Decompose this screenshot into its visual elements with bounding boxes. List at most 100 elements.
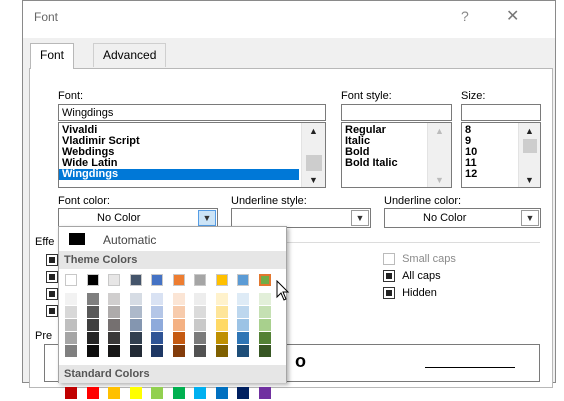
theme-shade-swatch[interactable] <box>172 319 185 331</box>
standard-color-swatch[interactable] <box>86 387 99 399</box>
theme-shade-swatch[interactable] <box>151 306 163 318</box>
scroll-up-icon[interactable]: ▲ <box>428 126 451 137</box>
theme-shade-swatch[interactable] <box>108 293 120 305</box>
theme-shade-swatch[interactable] <box>172 345 185 357</box>
theme-shade-swatch[interactable] <box>237 319 249 331</box>
theme-shade-swatch[interactable] <box>258 345 271 357</box>
theme-shade-swatch[interactable] <box>108 332 120 344</box>
hidden-option[interactable]: Hidden <box>383 287 437 300</box>
theme-shade-swatch[interactable] <box>194 319 206 331</box>
theme-shade-swatch[interactable] <box>129 319 142 331</box>
style-list-scrollbar[interactable]: ▲ ▼ <box>427 123 451 187</box>
theme-shade-swatch[interactable] <box>258 293 271 305</box>
theme-shade-swatch[interactable] <box>86 332 99 344</box>
theme-color-swatch[interactable] <box>129 274 142 286</box>
size-list[interactable]: 8 9 10 11 12 ▲ ▼ <box>461 122 541 188</box>
theme-shade-swatch[interactable] <box>65 332 77 344</box>
scroll-down-icon[interactable]: ▼ <box>519 175 540 186</box>
theme-shade-swatch[interactable] <box>151 345 163 357</box>
theme-shade-swatch[interactable] <box>86 306 99 318</box>
theme-color-swatch[interactable] <box>151 274 163 286</box>
theme-shade-swatch[interactable] <box>215 345 228 357</box>
theme-shade-swatch[interactable] <box>129 345 142 357</box>
theme-shade-swatch[interactable] <box>258 319 271 331</box>
font-style-input[interactable] <box>341 104 452 121</box>
scroll-thumb[interactable] <box>523 139 537 153</box>
theme-shade-swatch[interactable] <box>65 319 77 331</box>
theme-shade-swatch[interactable] <box>108 306 120 318</box>
theme-shade-swatch[interactable] <box>215 319 228 331</box>
size-input[interactable] <box>461 104 541 121</box>
scroll-thumb[interactable] <box>306 155 322 171</box>
theme-shade-swatch[interactable] <box>108 345 120 357</box>
theme-shade-swatch[interactable] <box>172 332 185 344</box>
help-button[interactable]: ? <box>461 8 469 24</box>
theme-shade-swatch[interactable] <box>194 293 206 305</box>
font-list-scrollbar[interactable]: ▲ ▼ <box>301 123 325 187</box>
underline-style-dropdown[interactable]: ▼ <box>231 208 371 228</box>
theme-shade-swatch[interactable] <box>194 332 206 344</box>
theme-shade-swatch[interactable] <box>215 293 228 305</box>
theme-shade-swatch[interactable] <box>237 332 249 344</box>
theme-shade-swatch[interactable] <box>194 306 206 318</box>
scroll-up-icon[interactable]: ▲ <box>302 126 325 137</box>
theme-shade-swatch[interactable] <box>258 306 271 318</box>
theme-color-swatch[interactable] <box>86 274 99 286</box>
theme-color-swatch[interactable] <box>108 274 120 286</box>
theme-shade-swatch[interactable] <box>215 306 228 318</box>
font-color-dropdown[interactable]: No Color ▼ <box>58 208 218 228</box>
theme-shade-swatch[interactable] <box>237 293 249 305</box>
standard-color-swatch[interactable] <box>194 387 206 399</box>
theme-shade-swatch[interactable] <box>129 332 142 344</box>
size-list-scrollbar[interactable]: ▲ ▼ <box>518 123 540 187</box>
standard-color-swatch[interactable] <box>151 387 163 399</box>
theme-shade-swatch[interactable] <box>258 332 271 344</box>
automatic-option[interactable]: Automatic <box>59 227 286 251</box>
underline-color-dropdown[interactable]: No Color ▼ <box>384 208 541 228</box>
standard-color-swatch[interactable] <box>172 387 185 399</box>
theme-color-swatch[interactable] <box>215 274 228 286</box>
theme-shade-swatch[interactable] <box>129 293 142 305</box>
close-button[interactable]: ✕ <box>506 6 519 26</box>
theme-shade-swatch[interactable] <box>151 319 163 331</box>
scroll-down-icon[interactable]: ▼ <box>302 175 325 186</box>
theme-shade-swatch[interactable] <box>237 306 249 318</box>
theme-shade-swatch[interactable] <box>129 306 142 318</box>
font-list[interactable]: Vivaldi Vladimir Script Webdings Wide La… <box>58 122 326 188</box>
chevron-down-icon[interactable]: ▼ <box>521 210 539 226</box>
font-style-list[interactable]: Regular Italic Bold Bold Italic ▲ ▼ <box>341 122 452 188</box>
theme-shade-swatch[interactable] <box>151 293 163 305</box>
theme-shade-swatch[interactable] <box>215 332 228 344</box>
hidden-checkbox[interactable] <box>383 287 395 300</box>
theme-color-swatch[interactable] <box>65 274 77 286</box>
tab-advanced[interactable]: Advanced <box>93 43 167 67</box>
effect-checkbox[interactable] <box>46 254 58 266</box>
theme-shade-swatch[interactable] <box>108 319 120 331</box>
standard-color-swatch[interactable] <box>215 387 228 399</box>
small-caps-option[interactable]: Small caps <box>383 253 456 266</box>
theme-color-swatch[interactable] <box>258 274 271 286</box>
standard-color-swatch[interactable] <box>108 387 120 399</box>
theme-shade-swatch[interactable] <box>65 293 77 305</box>
standard-color-swatch[interactable] <box>65 387 77 399</box>
theme-shade-swatch[interactable] <box>86 345 99 357</box>
standard-color-swatch[interactable] <box>258 387 271 399</box>
theme-shade-swatch[interactable] <box>172 293 185 305</box>
scroll-up-icon[interactable]: ▲ <box>519 126 540 137</box>
tab-font[interactable]: Font <box>30 43 75 69</box>
all-caps-checkbox[interactable] <box>383 270 395 283</box>
effect-checkbox[interactable] <box>46 271 58 283</box>
all-caps-option[interactable]: All caps <box>383 270 441 283</box>
theme-shade-swatch[interactable] <box>86 319 99 331</box>
effect-checkbox[interactable] <box>46 288 58 300</box>
theme-shade-swatch[interactable] <box>65 306 77 318</box>
standard-color-swatch[interactable] <box>129 387 142 399</box>
theme-shade-swatch[interactable] <box>237 345 249 357</box>
font-name-input[interactable]: Wingdings <box>58 104 326 121</box>
theme-color-swatch[interactable] <box>237 274 249 286</box>
theme-shade-swatch[interactable] <box>194 345 206 357</box>
theme-color-swatch[interactable] <box>194 274 206 286</box>
theme-shade-swatch[interactable] <box>86 293 99 305</box>
effect-checkbox[interactable] <box>46 305 58 317</box>
theme-shade-swatch[interactable] <box>151 332 163 344</box>
